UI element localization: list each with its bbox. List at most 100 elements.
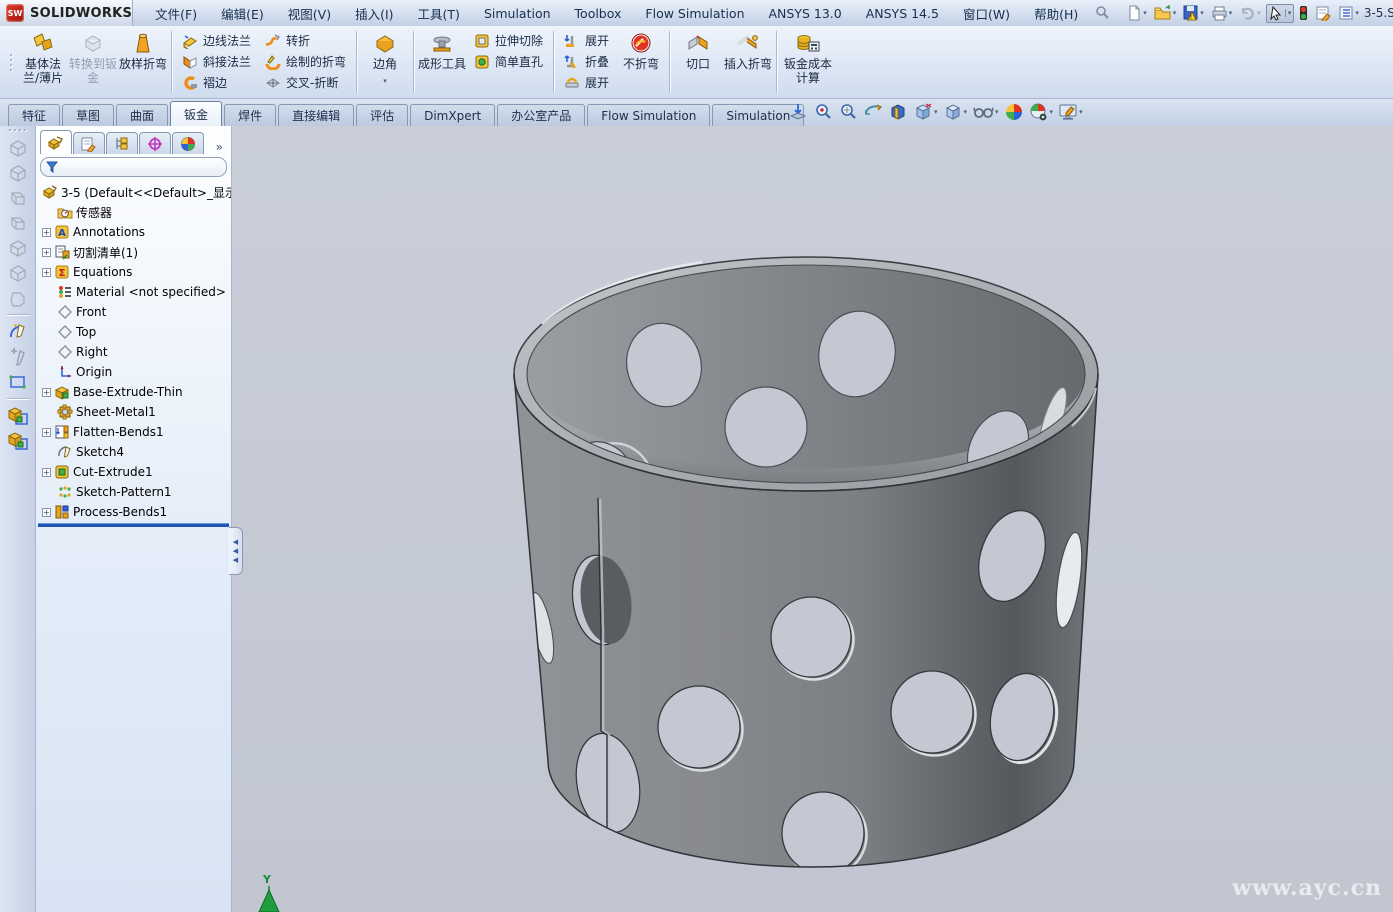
graphics-viewport[interactable]: Y www.ayc.cn	[232, 126, 1393, 912]
expand-icon[interactable]: +	[42, 388, 51, 397]
view-cube-bottom-icon[interactable]	[7, 260, 29, 285]
expand-icon[interactable]: +	[42, 428, 51, 437]
expand-icon[interactable]: +	[42, 268, 51, 277]
tab-configuration-manager[interactable]	[106, 132, 138, 154]
apply-scene-button[interactable]: ▾	[1029, 102, 1054, 122]
sketched-bend-button[interactable]: 绘制的折弯	[258, 51, 353, 72]
tree-item-cutlist[interactable]: + 切割清单(1)	[36, 242, 231, 262]
select-tool-button[interactable]: ▾	[1266, 4, 1295, 23]
menu-tools[interactable]: 工具(T)	[406, 0, 472, 27]
view-settings-button[interactable]: ▾	[1058, 102, 1083, 122]
tab-sheet-metal[interactable]: 钣金	[170, 101, 222, 126]
file-properties-button[interactable]	[1313, 4, 1333, 22]
view-cube-top-icon[interactable]	[7, 235, 29, 260]
corner-caret[interactable]: ▾	[383, 74, 387, 88]
tree-item-flatten-bends1[interactable]: + Flatten-Bends1	[36, 422, 231, 442]
tree-item-sheet-metal1[interactable]: Sheet-Metal1	[36, 402, 231, 422]
menu-view[interactable]: 视图(V)	[276, 0, 343, 27]
fold-button[interactable]: 折叠	[557, 51, 616, 72]
view-isometric-icon[interactable]	[7, 285, 29, 310]
menu-ansys-13[interactable]: ANSYS 13.0	[757, 2, 854, 25]
simple-hole-button[interactable]: 简单直孔	[467, 51, 550, 72]
left-toolbar-grip[interactable]	[9, 129, 26, 131]
view-cube-left-icon[interactable]	[7, 185, 29, 210]
forming-tool-button[interactable]: 成形工具	[417, 26, 467, 98]
tree-item-sensors[interactable]: 传感器	[36, 202, 231, 222]
insert-bends-button[interactable]: 插入折弯	[723, 26, 773, 98]
sketch-plane-icon[interactable]	[7, 369, 29, 394]
toolbar-grip[interactable]	[10, 26, 15, 98]
options-button[interactable]: ▾	[1336, 4, 1361, 22]
tab-display-manager[interactable]	[172, 132, 204, 154]
tree-item-sketch4[interactable]: Sketch4	[36, 442, 231, 462]
cross-break-button[interactable]: 交叉-折断	[258, 72, 353, 93]
tab-flow-simulation[interactable]: Flow Simulation	[587, 104, 710, 126]
view-cube-back-icon[interactable]	[7, 160, 29, 185]
extruded-cut-button[interactable]: 拉伸切除	[467, 30, 550, 51]
menu-edit[interactable]: 编辑(E)	[209, 0, 276, 27]
expand-icon[interactable]: +	[42, 228, 51, 237]
hide-show-items-button[interactable]: ▾	[972, 102, 999, 122]
rebuild-button[interactable]	[1297, 4, 1310, 22]
tab-direct-editing[interactable]: 直接编辑	[278, 104, 354, 126]
open-button[interactable]: ▾	[1152, 4, 1179, 22]
corner-button[interactable]: 边角 ▾	[360, 26, 410, 98]
tree-item-root[interactable]: 3-5 (Default<<Default>_显示	[36, 182, 231, 202]
view-cube-front-icon[interactable]	[7, 135, 29, 160]
view-cube-right-icon[interactable]	[7, 210, 29, 235]
rip-button[interactable]: 切口	[673, 26, 723, 98]
jog-button[interactable]: 转折	[258, 30, 353, 51]
expand-icon[interactable]: +	[42, 508, 51, 517]
menu-toolbox[interactable]: Toolbox	[563, 2, 634, 25]
sheet-metal-cost-button[interactable]: 钣金成本计算	[780, 26, 836, 98]
menu-file[interactable]: 文件(F)	[143, 0, 209, 27]
tree-item-cut-extrude1[interactable]: + Cut-Extrude1	[36, 462, 231, 482]
tab-weldments[interactable]: 焊件	[224, 104, 276, 126]
tree-item-equations[interactable]: + Σ Equations	[36, 262, 231, 282]
base-flange-button[interactable]: 基体法兰/薄片	[18, 26, 68, 98]
tree-item-right-plane[interactable]: Right	[36, 342, 231, 362]
tab-surfaces[interactable]: 曲面	[116, 104, 168, 126]
tab-feature-manager[interactable]	[40, 130, 72, 154]
menu-window[interactable]: 窗口(W)	[951, 0, 1022, 27]
view-orientation-button[interactable]: ▾	[913, 102, 938, 122]
tree-item-process-bends1[interactable]: + Process-Bends1	[36, 502, 231, 522]
panel-collapse-handle[interactable]: ◀◀◀	[229, 527, 243, 575]
search-icon[interactable]	[1094, 4, 1110, 23]
zoom-in-out-button[interactable]	[838, 102, 858, 122]
tab-features[interactable]: 特征	[8, 104, 60, 126]
select-tool-caret[interactable]: ▾	[1285, 9, 1292, 17]
display-style-button[interactable]: ▾	[943, 102, 968, 122]
convert-to-sheetmetal-button[interactable]: 转换到钣金	[68, 26, 118, 98]
hem-button[interactable]: 褶边	[175, 72, 258, 93]
tree-item-sketch-pattern1[interactable]: Sketch-Pattern1	[36, 482, 231, 502]
tree-filter-input[interactable]	[40, 157, 227, 177]
tab-dimxpert-manager[interactable]	[139, 132, 171, 154]
extrude-boss-icon[interactable]	[6, 403, 30, 428]
rollback-bar[interactable]	[38, 523, 229, 527]
flatten-button[interactable]: 展开	[557, 72, 616, 93]
zoom-to-fit-button[interactable]	[788, 102, 808, 122]
edit-appearance-button[interactable]	[1004, 102, 1024, 122]
sketch-icon[interactable]	[7, 319, 29, 344]
lofted-bend-button[interactable]: 放样折弯	[118, 26, 168, 98]
tree-item-annotations[interactable]: + A Annotations	[36, 222, 231, 242]
tab-sketch[interactable]: 草图	[62, 104, 114, 126]
print-button[interactable]: ▾	[1209, 4, 1235, 22]
tree-item-material[interactable]: Material <not specified>	[36, 282, 231, 302]
no-bends-button[interactable]: 不折弯	[616, 26, 666, 98]
undo-button[interactable]: ▾	[1237, 4, 1263, 22]
save-button[interactable]: !▾	[1181, 4, 1206, 22]
section-view-button[interactable]	[888, 102, 908, 122]
tree-item-base-extrude-thin[interactable]: + Base-Extrude-Thin	[36, 382, 231, 402]
tab-evaluate[interactable]: 评估	[356, 104, 408, 126]
menu-flow-simulation[interactable]: Flow Simulation	[633, 2, 756, 25]
menu-ansys-14[interactable]: ANSYS 14.5	[854, 2, 951, 25]
unfold-button[interactable]: 展开	[557, 30, 616, 51]
zoom-to-area-button[interactable]	[813, 102, 833, 122]
expand-icon[interactable]: +	[42, 248, 51, 257]
panel-tabs-overflow[interactable]: »	[216, 140, 229, 154]
menu-insert[interactable]: 插入(I)	[343, 0, 405, 27]
tree-item-origin[interactable]: Origin	[36, 362, 231, 382]
new-document-button[interactable]: ▾	[1124, 4, 1149, 22]
